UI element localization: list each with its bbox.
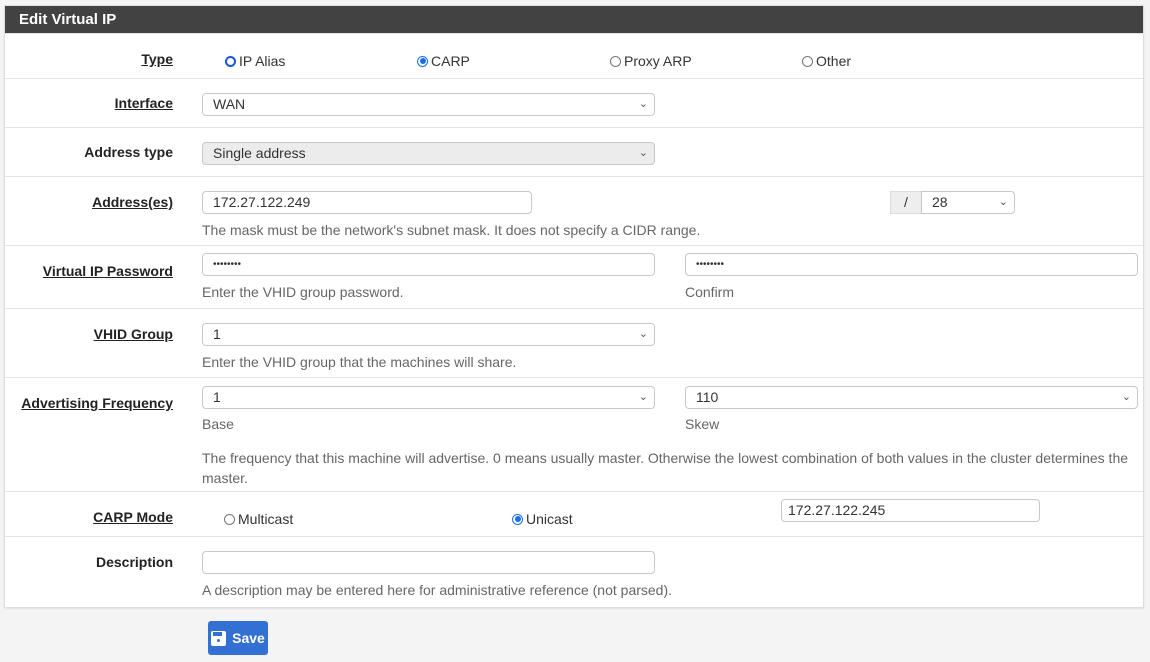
interface-row: Interface WAN ⌄ [5, 78, 1143, 127]
radio-indicator[interactable] [225, 55, 236, 67]
type-row: Type IP Alias CARP Proxy ARP Other [5, 33, 1143, 78]
radio-indicator[interactable] [417, 55, 428, 67]
chevron-down-icon: ⌄ [638, 147, 648, 159]
description-label: Description [95, 554, 173, 570]
password-row: Virtual IP Password •••••••• •••••••• En… [5, 245, 1143, 308]
vhid-row: VHID Group 1 ⌄ Enter the VHID group that… [5, 308, 1143, 377]
vhid-label: VHID Group [93, 326, 173, 342]
address-input[interactable]: 172.27.122.249 [202, 191, 532, 214]
addresses-row: Address(es) 172.27.122.249 / 28 ⌄ The ma… [5, 176, 1143, 245]
password-input[interactable]: •••••••• [202, 253, 655, 276]
chevron-down-icon: ⌄ [998, 196, 1008, 208]
mask-separator: / [890, 191, 921, 214]
save-button[interactable]: Save [208, 621, 268, 655]
password-confirm-input[interactable]: •••••••• [685, 253, 1138, 276]
radio-other[interactable]: Other [802, 53, 851, 69]
interface-label: Interface [114, 95, 173, 111]
radio-indicator[interactable] [512, 513, 523, 525]
radio-multicast[interactable]: Multicast [224, 511, 293, 527]
type-label: Type [141, 51, 173, 67]
radio-ip-alias[interactable]: IP Alias [225, 53, 285, 69]
password-help: Enter the VHID group password. [202, 284, 404, 300]
addresses-label: Address(es) [92, 194, 173, 210]
advfreq-help: The frequency that this machine will adv… [202, 450, 1129, 486]
address-type-label: Address type [84, 144, 173, 160]
interface-select[interactable]: WAN ⌄ [202, 93, 655, 116]
carp-mode-row: CARP Mode Multicast Unicast 172.27.122.2… [5, 491, 1143, 536]
carp-mode-label: CARP Mode [93, 509, 173, 525]
radio-indicator[interactable] [610, 55, 621, 67]
advfreq-base-select[interactable]: 1 ⌄ [202, 386, 655, 409]
vhid-help: Enter the VHID group that the machines w… [202, 354, 517, 370]
password-label: Virtual IP Password [42, 263, 173, 279]
chevron-down-icon: ⌄ [638, 98, 648, 110]
chevron-down-icon: ⌄ [638, 328, 648, 340]
unicast-peer-input[interactable]: 172.27.122.245 [781, 499, 1040, 522]
save-icon [211, 630, 227, 646]
advfreq-skew-select[interactable]: 110 ⌄ [685, 386, 1138, 409]
description-help: A description may be entered here for ad… [202, 582, 673, 598]
advfreq-base-help: Base [202, 416, 234, 432]
description-input[interactable] [202, 551, 655, 574]
chevron-down-icon: ⌄ [638, 391, 648, 403]
edit-virtual-ip-panel: Edit Virtual IP Type IP Alias CARP Proxy… [4, 5, 1144, 608]
advfreq-skew-help: Skew [685, 416, 720, 432]
advfreq-label: Advertising Frequency [21, 395, 173, 411]
radio-proxy-arp[interactable]: Proxy ARP [610, 53, 692, 69]
password-confirm-help: Confirm [685, 284, 735, 300]
address-type-row: Address type Single address ⌄ [5, 127, 1143, 176]
radio-unicast[interactable]: Unicast [512, 511, 573, 527]
radio-indicator[interactable] [224, 513, 235, 525]
description-row: Description A description may be entered… [5, 536, 1143, 607]
vhid-select[interactable]: 1 ⌄ [202, 323, 655, 346]
address-type-select[interactable]: Single address ⌄ [202, 142, 655, 165]
radio-carp[interactable]: CARP [417, 53, 470, 69]
chevron-down-icon: ⌄ [1121, 391, 1131, 403]
mask-select[interactable]: 28 ⌄ [921, 191, 1015, 214]
radio-indicator[interactable] [802, 55, 813, 67]
advfreq-row: Advertising Frequency 1 ⌄ 110 ⌄ Base Ske… [5, 377, 1143, 491]
panel-title: Edit Virtual IP [5, 6, 1143, 33]
addresses-help: The mask must be the network's subnet ma… [202, 222, 701, 238]
